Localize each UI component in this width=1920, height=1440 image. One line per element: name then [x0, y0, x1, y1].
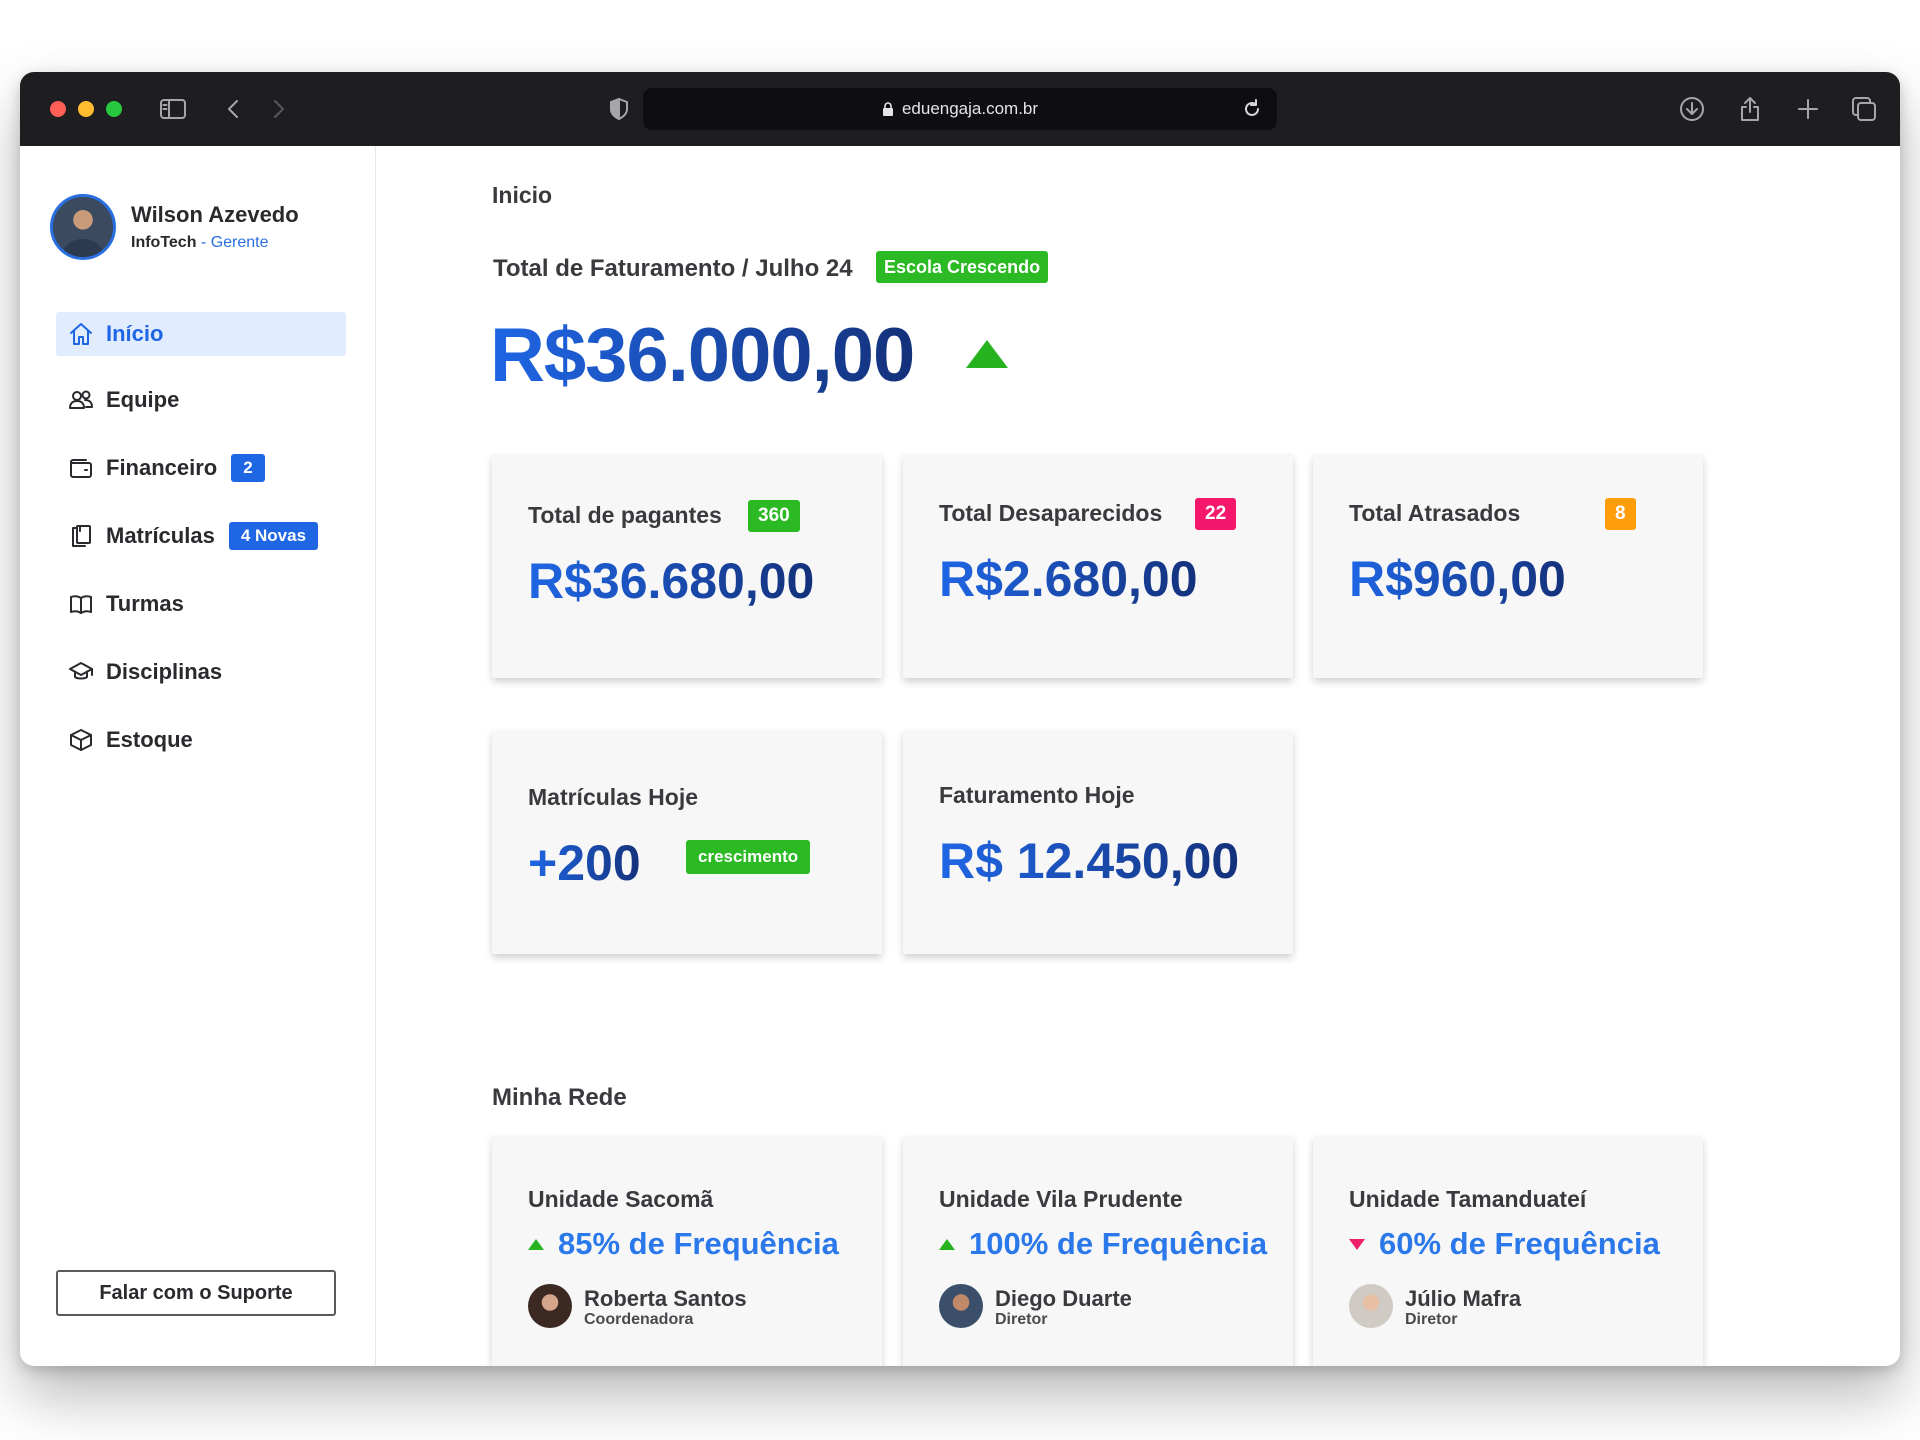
reload-icon[interactable] [1241, 98, 1263, 120]
person-name: Roberta Santos [584, 1286, 747, 1311]
sidebar-toggle-icon[interactable] [156, 92, 190, 126]
matriculas-new-badge: 4 Novas [228, 522, 319, 550]
unit-card-tamanduatei[interactable]: Unidade Tamanduateí 60% de Frequência Jú… [1313, 1136, 1703, 1366]
sidebar-item-estoque[interactable]: Estoque [56, 718, 346, 762]
stat-value: R$2.680,00 [939, 551, 1198, 607]
unit-card-vila-prudente[interactable]: Unidade Vila Prudente 100% de Frequência… [903, 1136, 1293, 1366]
user-avatar[interactable] [50, 194, 116, 260]
stat-value: R$960,00 [1349, 551, 1566, 607]
support-button[interactable]: Falar com o Suporte [56, 1270, 336, 1316]
unit-frequency-text: 100% de Frequência [969, 1226, 1268, 1261]
person-name: Júlio Mafra [1405, 1286, 1522, 1311]
sidebar-item-equipe[interactable]: Equipe [56, 378, 346, 422]
back-icon[interactable] [220, 92, 246, 126]
person-avatar [939, 1284, 983, 1328]
trend-down-icon [1349, 1238, 1365, 1250]
sidebar-item-label: Matrículas [106, 523, 215, 548]
revenue-label: Faturamento Hoje [939, 782, 1135, 808]
financeiro-count-badge: 2 [231, 454, 265, 482]
trend-up-icon [966, 340, 1008, 368]
sidebar: Wilson Azevedo InfoTech - Gerente Início… [20, 146, 376, 1366]
person-avatar [1349, 1284, 1393, 1328]
share-icon[interactable] [1733, 92, 1767, 126]
address-bar[interactable]: eduengaja.com.br [643, 88, 1277, 130]
user-separator: - [196, 234, 211, 251]
clipboard-icon [68, 523, 94, 549]
sidebar-item-matriculas[interactable]: Matrículas 4 Novas [56, 514, 346, 558]
close-window-button[interactable] [50, 101, 66, 117]
billing-title: Total de Faturamento / Julho 24 [493, 255, 853, 282]
sidebar-item-label: Turmas [106, 591, 184, 616]
person-avatar [528, 1284, 572, 1328]
sidebar-item-disciplinas[interactable]: Disciplinas [56, 650, 346, 694]
shield-icon[interactable] [604, 92, 634, 126]
user-company: InfoTech [131, 234, 197, 251]
users-icon [68, 387, 94, 413]
unit-name: Unidade Vila Prudente [939, 1186, 1183, 1212]
unit-frequency-text: 60% de Frequência [1379, 1226, 1660, 1261]
sidebar-item-financeiro[interactable]: Financeiro 2 [56, 446, 346, 490]
lock-icon [882, 102, 893, 116]
stat-card-desaparecidos[interactable]: Total Desaparecidos 22 R$2.680,00 [903, 454, 1293, 678]
stat-card-atrasados[interactable]: Total Atrasados 8 R$960,00 [1313, 454, 1703, 678]
trend-up-icon [528, 1238, 544, 1250]
graduation-cap-icon [68, 659, 94, 685]
today-revenue-card[interactable]: Faturamento Hoje R$ 12.450,00 [903, 730, 1293, 954]
minimize-window-button[interactable] [78, 101, 94, 117]
breadcrumb: Inicio [492, 182, 553, 208]
sidebar-item-inicio[interactable]: Início [56, 312, 346, 356]
enrollments-label: Matrículas Hoje [528, 784, 698, 810]
person-role: Coordenadora [584, 1311, 694, 1328]
wallet-icon [68, 455, 94, 481]
stat-count-badge: 22 [1195, 498, 1237, 530]
unit-frequency-text: 85% de Frequência [558, 1226, 839, 1261]
new-tab-icon[interactable] [1791, 92, 1825, 126]
unit-frequency: 100% de Frequência [939, 1226, 1267, 1262]
sidebar-item-turmas[interactable]: Turmas [56, 582, 346, 626]
forward-icon[interactable] [266, 92, 292, 126]
stat-label: Total de pagantes [528, 502, 722, 528]
stat-label: Total Atrasados [1349, 500, 1521, 526]
download-icon[interactable] [1675, 92, 1709, 126]
unit-name: Unidade Sacomã [528, 1186, 714, 1212]
trend-up-icon [939, 1238, 955, 1250]
person-role: Diretor [1405, 1311, 1458, 1328]
box-icon [68, 727, 94, 753]
today-enrollments-card[interactable]: Matrículas Hoje +200 crescimento [492, 730, 882, 954]
unit-frequency: 60% de Frequência [1349, 1226, 1660, 1262]
enrollments-value: +200 [528, 835, 641, 891]
sidebar-item-label: Equipe [106, 387, 180, 412]
network-title: Minha Rede [492, 1084, 627, 1111]
url-text: eduengaja.com.br [901, 99, 1039, 118]
user-name: Wilson Azevedo [131, 202, 299, 227]
unit-frequency: 85% de Frequência [528, 1226, 839, 1262]
tab-overview-icon[interactable] [1847, 92, 1881, 126]
stat-count-badge: 360 [748, 500, 800, 532]
book-icon [68, 591, 94, 617]
stat-count-badge: 8 [1605, 498, 1636, 530]
unit-card-sacoma[interactable]: Unidade Sacomã 85% de Frequência Roberta… [492, 1136, 882, 1366]
stat-card-pagantes[interactable]: Total de pagantes 360 R$36.680,00 [492, 454, 882, 678]
revenue-value: R$ 12.450,00 [939, 833, 1240, 889]
browser-window: eduengaja.com.br Wilson Azevedo InfoTech… [20, 72, 1900, 1366]
person-name: Diego Duarte [995, 1286, 1132, 1311]
user-company-role: InfoTech - Gerente [131, 234, 269, 252]
home-icon [68, 321, 94, 347]
sidebar-item-label: Estoque [106, 727, 193, 752]
person-role: Diretor [995, 1311, 1048, 1328]
sidebar-item-label: Financeiro [106, 455, 218, 480]
browser-toolbar: eduengaja.com.br [20, 72, 1900, 146]
unit-name: Unidade Tamanduateí [1349, 1186, 1587, 1212]
billing-amount: R$36.000,00 [490, 313, 915, 398]
stat-value: R$36.680,00 [528, 553, 815, 609]
sidebar-item-label: Início [106, 321, 164, 346]
growth-badge: crescimento [686, 840, 811, 874]
zoom-window-button[interactable] [106, 101, 122, 117]
billing-status-badge: Escola Crescendo [876, 251, 1049, 283]
user-role: Gerente [210, 234, 269, 251]
sidebar-item-label: Disciplinas [106, 659, 223, 684]
stat-label: Total Desaparecidos [939, 500, 1163, 526]
